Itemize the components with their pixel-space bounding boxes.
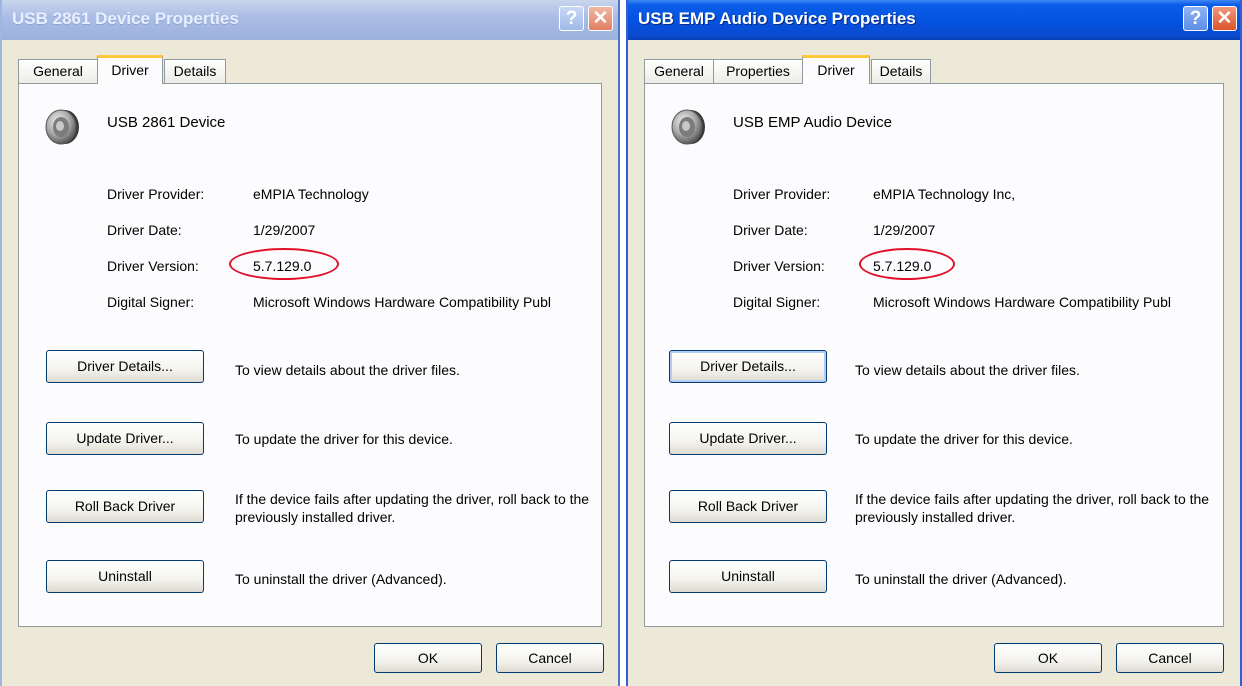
digital-signer-label: Digital Signer: xyxy=(733,294,821,310)
tab-details[interactable]: Details xyxy=(871,59,931,84)
title-bar[interactable]: USB EMP Audio Device Properties ? ✕ xyxy=(628,0,1240,40)
update-driver-button[interactable]: Update Driver... xyxy=(669,422,827,455)
ok-button[interactable]: OK xyxy=(374,643,482,673)
uninstall-button[interactable]: Uninstall xyxy=(46,560,204,593)
driver-version-value: 5.7.129.0 xyxy=(873,258,932,274)
device-name: USB 2861 Device xyxy=(107,114,226,131)
tab-details[interactable]: Details xyxy=(164,59,226,84)
close-button[interactable]: ✕ xyxy=(1212,6,1237,31)
driver-provider-label: Driver Provider: xyxy=(733,186,831,202)
driver-tab-panel: USB 2861 Device Driver Provider: eMPIA T… xyxy=(18,83,602,627)
speaker-icon xyxy=(671,109,705,145)
digital-signer-value: Microsoft Windows Hardware Compatibility… xyxy=(253,294,551,310)
title-bar[interactable]: USB 2861 Device Properties ? ✕ xyxy=(2,0,618,40)
ok-button[interactable]: OK xyxy=(994,643,1102,673)
roll-back-driver-button[interactable]: Roll Back Driver xyxy=(46,490,204,523)
roll-back-driver-desc: If the device fails after updating the d… xyxy=(235,491,590,525)
cancel-button[interactable]: Cancel xyxy=(496,643,604,673)
help-button[interactable]: ? xyxy=(559,6,584,31)
speaker-icon xyxy=(45,109,79,145)
driver-version-label: Driver Version: xyxy=(733,258,825,274)
driver-details-desc: To view details about the driver files. xyxy=(855,362,1080,378)
driver-provider-value: eMPIA Technology Inc, xyxy=(873,186,1016,202)
tab-properties[interactable]: Properties xyxy=(713,59,803,84)
driver-provider-value: eMPIA Technology xyxy=(253,186,369,202)
driver-date-value: 1/29/2007 xyxy=(253,222,316,238)
close-button[interactable]: ✕ xyxy=(588,6,613,31)
driver-provider-label: Driver Provider: xyxy=(107,186,205,202)
tab-general[interactable]: General xyxy=(644,59,714,84)
driver-date-label: Driver Date: xyxy=(107,222,182,238)
driver-details-button[interactable]: Driver Details... xyxy=(669,350,827,383)
roll-back-driver-desc: If the device fails after updating the d… xyxy=(855,491,1210,525)
driver-version-value: 5.7.129.0 xyxy=(253,258,312,274)
digital-signer-label: Digital Signer: xyxy=(107,294,195,310)
window-title: USB 2861 Device Properties xyxy=(12,9,239,28)
driver-details-button[interactable]: Driver Details... xyxy=(46,350,204,383)
roll-back-driver-button[interactable]: Roll Back Driver xyxy=(669,490,827,523)
update-driver-desc: To update the driver for this device. xyxy=(235,431,453,447)
properties-window-usb-emp-audio: USB EMP Audio Device Properties ? ✕ Gene… xyxy=(626,0,1242,686)
tab-driver[interactable]: Driver xyxy=(97,55,163,84)
device-name: USB EMP Audio Device xyxy=(733,114,892,131)
digital-signer-value: Microsoft Windows Hardware Compatibility… xyxy=(873,294,1171,310)
update-driver-button[interactable]: Update Driver... xyxy=(46,422,204,455)
tab-general[interactable]: General xyxy=(18,59,98,84)
window-title: USB EMP Audio Device Properties xyxy=(638,9,916,28)
driver-date-value: 1/29/2007 xyxy=(873,222,936,238)
driver-tab-panel: USB EMP Audio Device Driver Provider: eM… xyxy=(644,83,1224,627)
cancel-button[interactable]: Cancel xyxy=(1116,643,1224,673)
help-button[interactable]: ? xyxy=(1183,6,1208,31)
properties-window-usb-2861: USB 2861 Device Properties ? ✕ General D… xyxy=(0,0,620,686)
uninstall-button[interactable]: Uninstall xyxy=(669,560,827,593)
update-driver-desc: To update the driver for this device. xyxy=(855,431,1073,447)
uninstall-desc: To uninstall the driver (Advanced). xyxy=(855,571,1067,587)
uninstall-desc: To uninstall the driver (Advanced). xyxy=(235,571,447,587)
tab-driver[interactable]: Driver xyxy=(802,55,870,84)
driver-version-label: Driver Version: xyxy=(107,258,199,274)
driver-details-desc: To view details about the driver files. xyxy=(235,362,460,378)
driver-date-label: Driver Date: xyxy=(733,222,808,238)
